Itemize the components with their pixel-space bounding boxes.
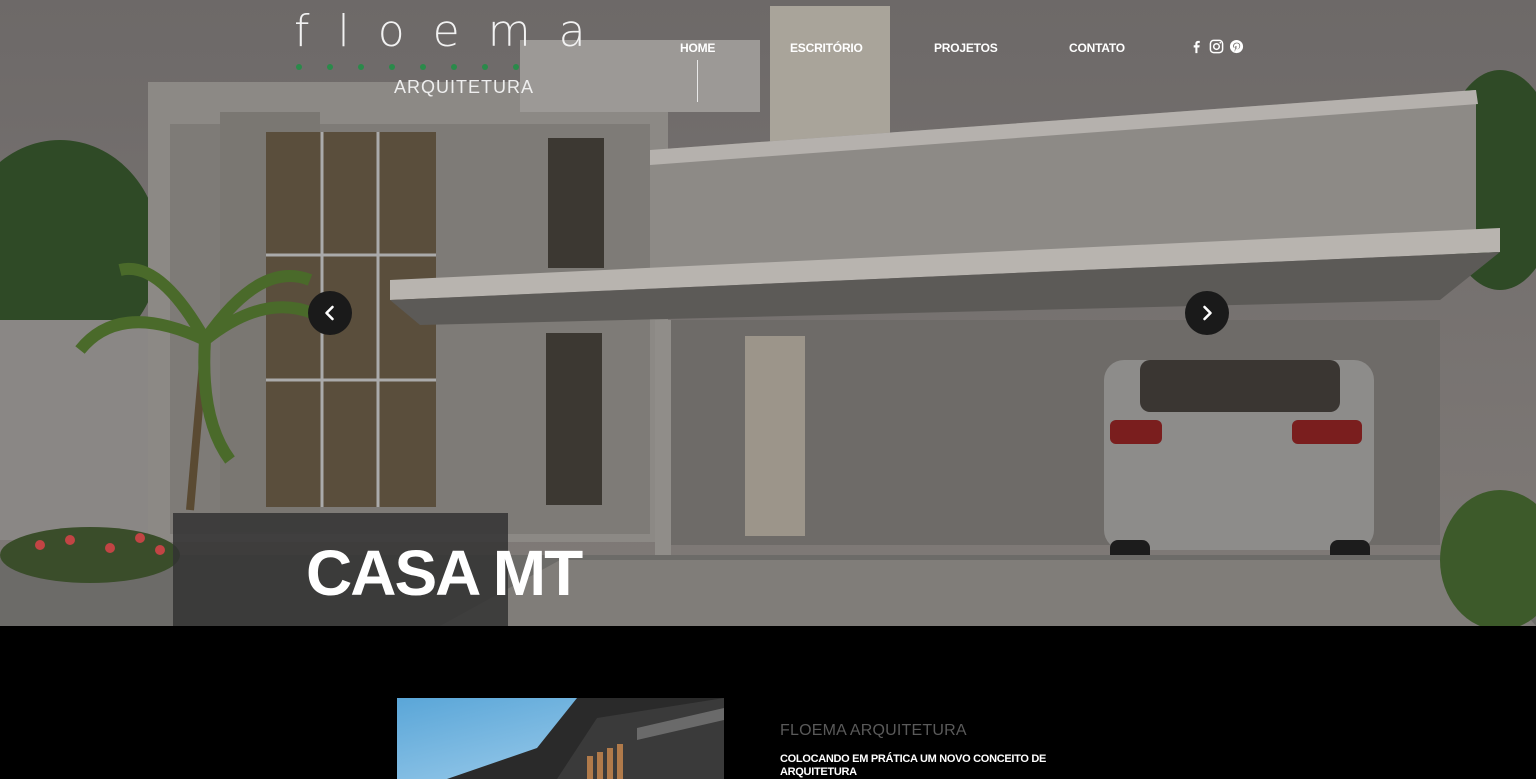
chevron-left-icon bbox=[325, 305, 334, 321]
nav-active-indicator bbox=[697, 60, 698, 102]
nav-escritorio[interactable]: ESCRITÓRIO bbox=[790, 41, 863, 55]
slider-prev-button[interactable] bbox=[308, 291, 352, 335]
pinterest-icon[interactable] bbox=[1229, 39, 1244, 54]
instagram-icon[interactable] bbox=[1209, 39, 1224, 54]
nav-projetos[interactable]: PROJETOS bbox=[934, 41, 998, 55]
main-nav: HOME ESCRITÓRIO PROJETOS CONTATO bbox=[0, 41, 1536, 61]
hero-slider: floema ARQUITETURA HOME ESCRITÓRIO PROJE… bbox=[0, 0, 1536, 626]
about-headline: COLOCANDO EM PRÁTICA UM NOVO CONCEITO DE… bbox=[780, 753, 1047, 778]
slide-caption-title[interactable]: CASA MT bbox=[306, 536, 583, 610]
social-links bbox=[1189, 39, 1244, 54]
logo-dots bbox=[296, 64, 519, 70]
logo-subtitle: ARQUITETURA bbox=[394, 77, 535, 97]
about-kicker: FLOEMA ARQUITETURA bbox=[780, 722, 967, 739]
slider-next-button[interactable] bbox=[1185, 291, 1229, 335]
about-photo bbox=[397, 698, 724, 779]
nav-home[interactable]: HOME bbox=[680, 41, 715, 55]
about-section: FLOEMA ARQUITETURA COLOCANDO EM PRÁTICA … bbox=[0, 626, 1536, 779]
chevron-right-icon bbox=[1203, 305, 1212, 321]
nav-contato[interactable]: CONTATO bbox=[1069, 41, 1125, 55]
facebook-icon[interactable] bbox=[1189, 39, 1204, 54]
